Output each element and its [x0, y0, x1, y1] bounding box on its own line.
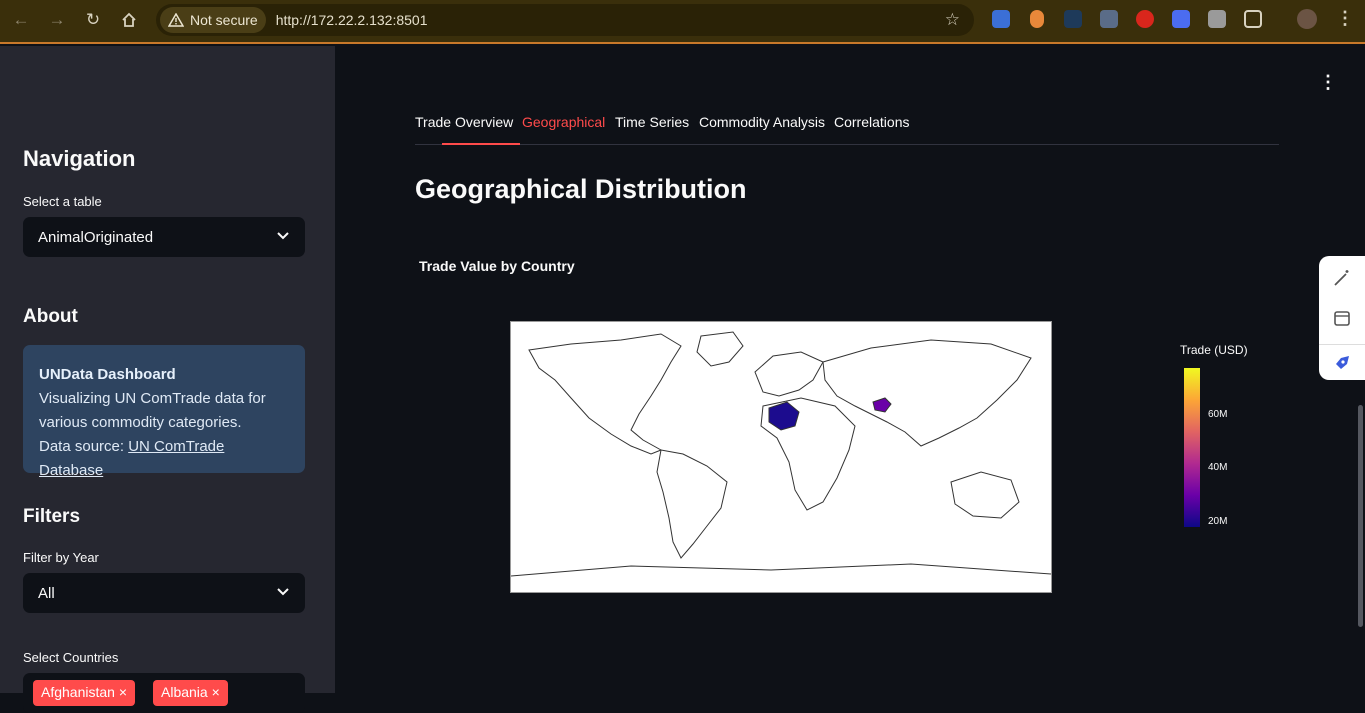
about-title: UNData Dashboard	[39, 366, 176, 383]
remove-tag-icon[interactable]: ×	[119, 684, 127, 700]
profile-avatar[interactable]	[1297, 9, 1317, 29]
filters-heading: Filters	[23, 506, 81, 527]
about-text: Visualizing UN ComTrade data for various…	[39, 390, 266, 431]
country-tag-label: Albania	[161, 684, 208, 700]
url-text[interactable]: http://172.22.2.132:8501	[276, 12, 428, 28]
app-menu-icon[interactable]: ⋮	[1319, 72, 1337, 92]
warning-icon	[168, 13, 184, 27]
rocket-icon	[1336, 356, 1349, 369]
bookmark-star-icon[interactable]: ☆	[945, 10, 960, 30]
home-icon[interactable]	[111, 2, 147, 38]
about-source-prefix: Data source:	[39, 438, 129, 455]
north-america-outline	[528, 333, 682, 455]
country-tag-afghanistan[interactable]: Afghanistan ×	[33, 680, 136, 706]
greenland-outline	[696, 331, 744, 367]
afghanistan-region	[872, 397, 892, 413]
colorbar-tick: 20M	[1208, 516, 1228, 527]
adblock-icon[interactable]	[1136, 10, 1154, 28]
europe-outline	[754, 351, 824, 397]
chart-title: Trade Value by Country	[419, 258, 575, 274]
forward-icon[interactable]: →	[39, 2, 75, 38]
year-filter-select[interactable]: All	[23, 573, 305, 613]
extension-icon-2[interactable]	[1208, 10, 1226, 28]
year-filter-value: All	[38, 584, 55, 602]
reload-icon[interactable]: ↻	[75, 2, 111, 38]
about-heading: About	[23, 306, 78, 327]
extension-icon[interactable]	[1030, 10, 1044, 28]
algeria-region	[768, 401, 800, 431]
tab-commodity-analysis[interactable]: Commodity Analysis	[699, 114, 825, 130]
shield-extension-icon[interactable]	[1100, 10, 1118, 28]
sidebar: Navigation Select a table AnimalOriginat…	[0, 46, 335, 713]
australia-outline	[950, 471, 1020, 519]
world-map[interactable]	[510, 321, 1052, 593]
colorbar	[1184, 368, 1200, 527]
rocket-extension-icon[interactable]	[1172, 10, 1190, 28]
colorbar-tick: 60M	[1208, 409, 1228, 420]
south-america-outline	[656, 449, 728, 559]
page-scrollbar[interactable]	[1358, 405, 1363, 627]
security-chip[interactable]: Not secure	[160, 7, 266, 33]
navigation-heading: Navigation	[23, 146, 136, 171]
country-tag-label: Afghanistan	[41, 684, 115, 700]
tab-geographical[interactable]: Geographical	[522, 114, 605, 130]
country-tag-albania[interactable]: Albania ×	[153, 680, 228, 706]
countries-multiselect[interactable]: Afghanistan × Albania ×	[23, 673, 305, 713]
browser-toolbar: ← → ↻ Not secure http://172.22.2.132:850…	[0, 0, 1365, 44]
translate-extension-icon[interactable]	[992, 10, 1010, 28]
react-devtools-icon[interactable]	[1064, 10, 1082, 28]
world-map-svg	[510, 331, 1052, 577]
tab-trade-overview[interactable]: Trade Overview	[415, 114, 513, 130]
extensions-puzzle-icon[interactable]	[1244, 10, 1262, 28]
table-select-label: Select a table	[23, 194, 102, 209]
remove-tag-icon[interactable]: ×	[212, 684, 220, 700]
browser-menu-icon[interactable]: ⋮	[1336, 8, 1354, 29]
page-title: Geographical Distribution	[415, 174, 747, 204]
tab-time-series[interactable]: Time Series	[615, 114, 689, 130]
address-bar[interactable]: Not secure http://172.22.2.132:8501 ☆	[156, 4, 974, 36]
table-select-value: AnimalOriginated	[38, 228, 154, 246]
colorbar-tick: 40M	[1208, 462, 1228, 473]
chevron-down-icon	[277, 232, 289, 240]
year-filter-label: Filter by Year	[23, 550, 99, 565]
magic-wand-icon[interactable]	[1332, 268, 1352, 288]
antarctica-outline	[510, 563, 1052, 577]
table-select[interactable]: AnimalOriginated	[23, 217, 305, 257]
main-content: ⋮ Trade Overview Geographical Time Serie…	[335, 46, 1365, 693]
colorbar-title: Trade (USD)	[1180, 343, 1248, 357]
countries-select-label: Select Countries	[23, 650, 119, 665]
tab-correlations[interactable]: Correlations	[834, 114, 909, 130]
security-label: Not secure	[190, 12, 258, 28]
rocket-button[interactable]	[1319, 344, 1365, 380]
chevron-down-icon	[277, 588, 289, 596]
tab-bar: Trade Overview Geographical Time Series …	[415, 114, 1279, 145]
back-icon[interactable]: ←	[3, 2, 39, 38]
active-tab-indicator	[442, 143, 520, 145]
calendar-icon[interactable]	[1332, 308, 1352, 328]
floating-tools-panel	[1319, 256, 1365, 380]
about-info-box: UNData Dashboard Visualizing UN ComTrade…	[23, 345, 305, 479]
